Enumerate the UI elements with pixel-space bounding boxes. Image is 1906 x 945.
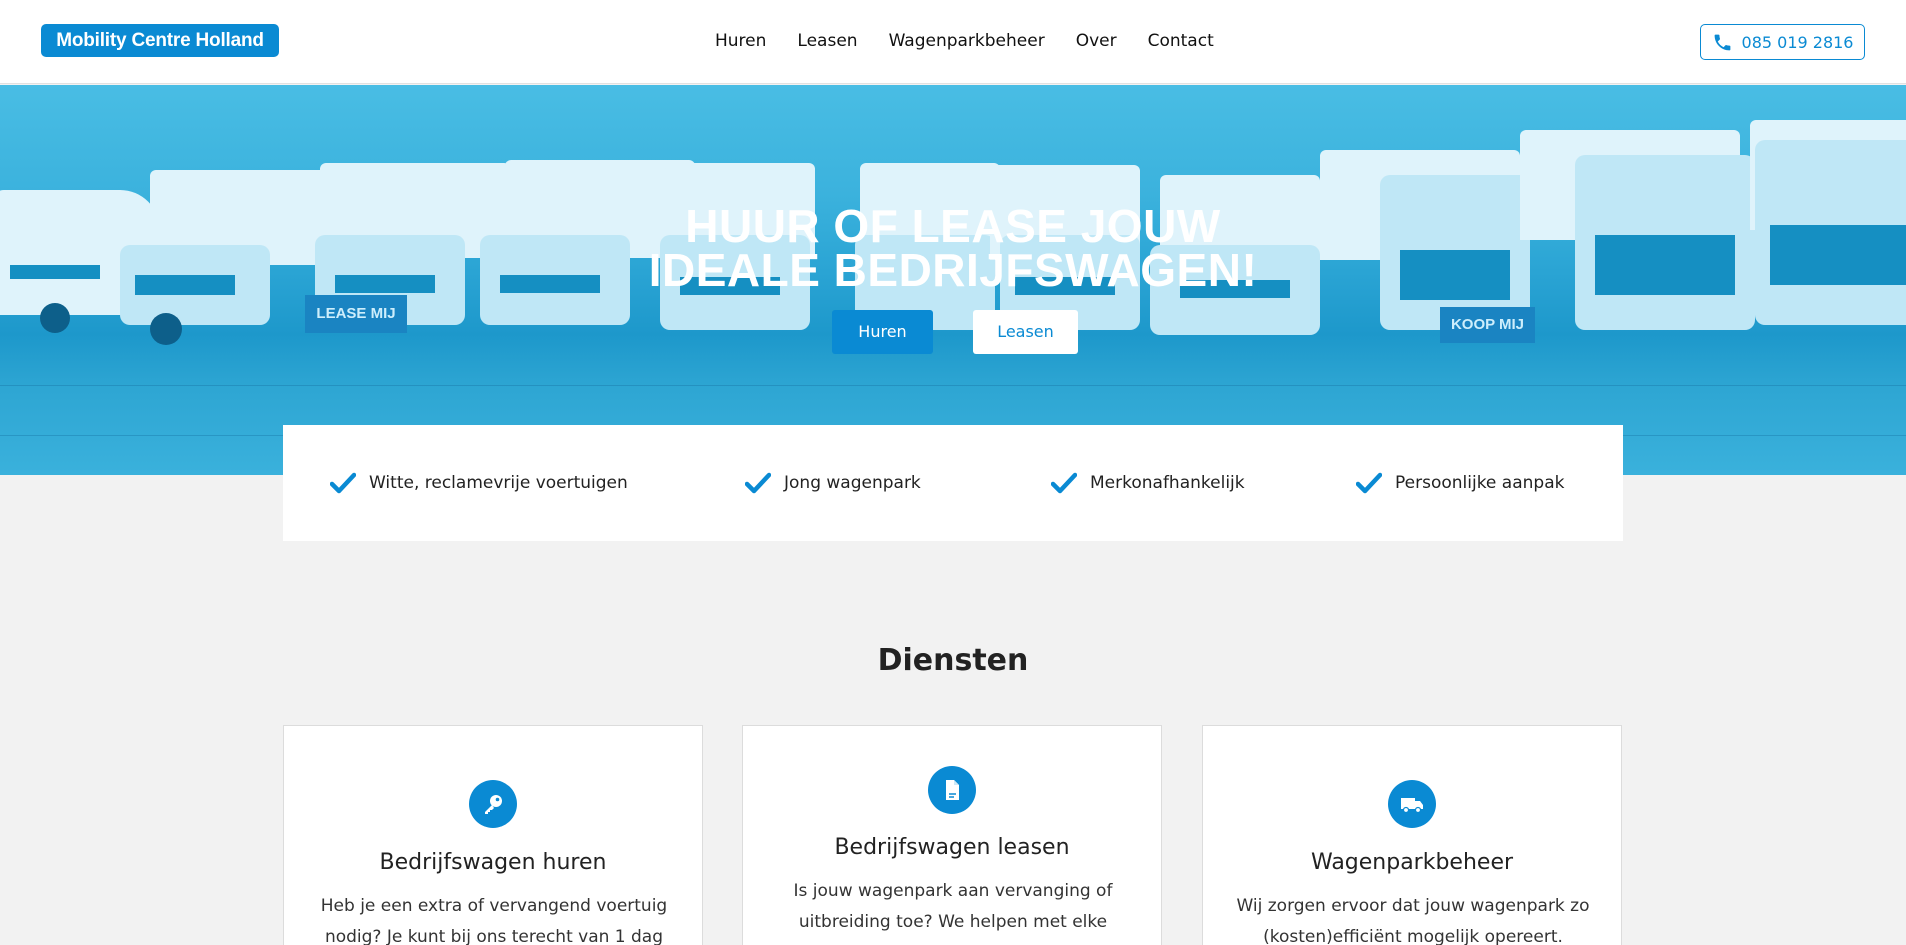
usp-label: Merkonafhankelijk [1090, 473, 1245, 493]
site-header: Mobility Centre Holland Huren Leasen Wag… [0, 0, 1906, 84]
usp-item: Jong wagenpark [745, 472, 921, 494]
card-title: Bedrijfswagen huren [379, 850, 607, 875]
card-title: Wagenparkbeheer [1310, 850, 1514, 875]
nav-item-huren[interactable]: Huren [715, 28, 766, 54]
usp-item: Witte, reclamevrije voertuigen [330, 472, 628, 494]
usp-label: Persoonlijke aanpak [1395, 473, 1565, 493]
nav-item-contact[interactable]: Contact [1148, 28, 1214, 54]
phone-icon [1714, 34, 1730, 50]
phone-number: 085 019 2816 [1741, 32, 1854, 52]
nav-item-over[interactable]: Over [1076, 28, 1117, 54]
usp-item: Merkonafhankelijk [1051, 472, 1245, 494]
document-icon [928, 766, 976, 814]
logo[interactable]: Mobility Centre Holland [41, 24, 279, 57]
checkmark-icon [1051, 472, 1077, 494]
checkmark-icon [745, 472, 771, 494]
nav-item-leasen[interactable]: Leasen [797, 28, 857, 54]
checkmark-icon [330, 472, 356, 494]
key-icon [469, 780, 517, 828]
service-card-leasen[interactable]: Bedrijfswagen leasen Is jouw wagenpark a… [742, 725, 1162, 945]
nav-item-wagenparkbeheer[interactable]: Wagenparkbeheer [889, 28, 1045, 54]
hero-title-line2: IDEALE BEDRIJFSWAGEN! [648, 244, 1258, 296]
koop-mij-sign: KOOP MIJ [1440, 307, 1535, 343]
phone-button[interactable]: 085 019 2816 [1700, 24, 1865, 60]
card-text: Heb je een extra of vervangend voertuig … [320, 896, 668, 945]
hero-banner: LEASE MIJ KOOP MIJ HUUR OF LEASE JOUW ID… [0, 85, 1906, 475]
card-text: Wij zorgen ervoor dat jouw wagenpark zo … [1236, 896, 1590, 945]
usp-bar: Witte, reclamevrije voertuigen Jong wage… [283, 425, 1623, 541]
usp-item: Persoonlijke aanpak [1356, 472, 1564, 494]
main-nav: Huren Leasen Wagenparkbeheer Over Contac… [715, 28, 1245, 54]
service-card-wagenparkbeheer[interactable]: Wagenparkbeheer Wij zorgen ervoor dat jo… [1202, 725, 1622, 945]
leasen-button[interactable]: Leasen [973, 310, 1078, 354]
hero-title: HUUR OF LEASE JOUW IDEALE BEDRIJFSWAGEN! [553, 203, 1353, 293]
usp-label: Jong wagenpark [784, 473, 921, 493]
truck-icon [1388, 780, 1436, 828]
usp-label: Witte, reclamevrije voertuigen [369, 473, 628, 493]
card-text: Is jouw wagenpark aan vervanging of uitb… [793, 881, 1113, 932]
checkmark-icon [1356, 472, 1382, 494]
card-title: Bedrijfswagen leasen [834, 835, 1070, 860]
lease-mij-sign: LEASE MIJ [305, 295, 407, 333]
service-card-huren[interactable]: Bedrijfswagen huren Heb je een extra of … [283, 725, 703, 945]
section-title-diensten: Diensten [877, 643, 1029, 678]
huren-button[interactable]: Huren [832, 310, 933, 354]
